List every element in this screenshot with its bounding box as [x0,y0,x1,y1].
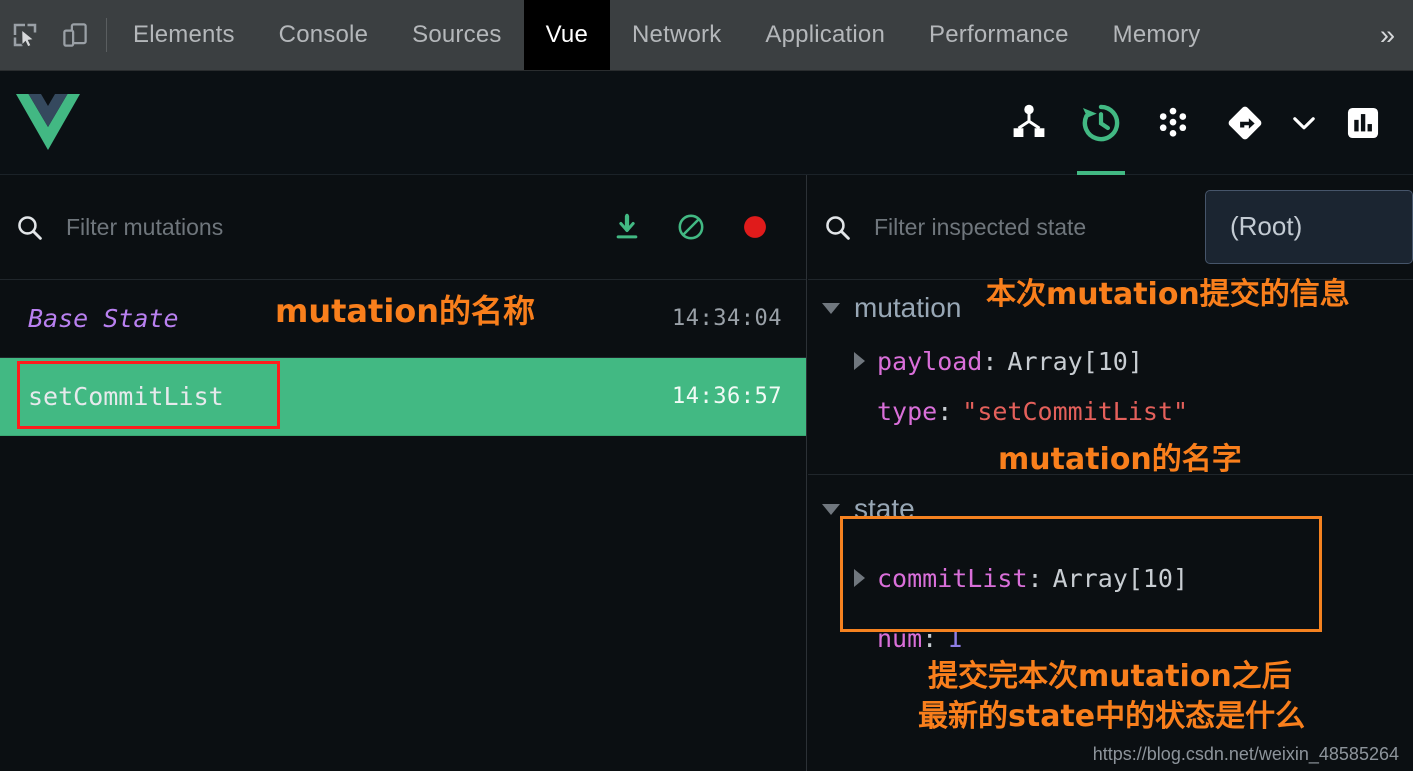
tab-performance[interactable]: Performance [907,0,1091,70]
mutations-filter-bar [0,175,806,280]
more-tabs-icon[interactable]: » [1370,0,1413,70]
vue-devtools-header [0,71,1413,175]
tree-key: type [877,396,938,426]
toolbar-divider [106,18,107,52]
search-icon [14,212,44,242]
tree-key: payload [877,346,983,376]
tree-key: num [877,623,923,653]
mutations-list: Base State 14:34:04 setCommitList 14:36:… [0,280,806,436]
search-icon [822,212,852,242]
tree-row-commitlist[interactable]: commitList : Array[10] [808,553,1413,603]
mutation-time: 14:36:57 [672,384,782,409]
inspect-element-icon[interactable] [8,18,42,52]
annotation-mutation-type: mutation的名字 [998,442,1242,477]
section-mutation: mutation payload : Array[10] type : "set… [808,280,1413,436]
tab-console[interactable]: Console [257,0,390,70]
section-state: state commitList : Array[10] num : 1 [808,481,1413,663]
tree-value: Array[10] [1052,563,1189,593]
section-title: mutation [854,292,962,323]
vue-header-actions [993,71,1399,175]
mutation-name: Base State [28,304,179,333]
tree-row-payload[interactable]: payload : Array[10] [808,336,1413,386]
clear-icon[interactable] [674,210,708,244]
section-state-header[interactable]: state [808,481,1413,537]
performance-icon[interactable] [1327,71,1399,175]
events-icon[interactable] [1137,71,1209,175]
tab-elements[interactable]: Elements [111,0,257,70]
root-scope-button[interactable]: (Root) [1205,190,1413,264]
tab-sources[interactable]: Sources [390,0,523,70]
vuex-history-icon[interactable] [1065,71,1137,175]
state-filter-bar: (Root) [808,175,1413,280]
tree-key: commitList [877,563,1028,593]
tab-vue[interactable]: Vue [523,0,610,70]
devtools-tabstrip: Elements Console Sources Vue Network App… [0,0,1413,71]
chevron-down-icon[interactable] [1281,71,1327,175]
triangle-down-icon[interactable] [822,503,840,515]
annotation-state-meaning-line1: 提交完本次mutation之后 [928,659,1292,694]
mutation-time: 14:34:04 [672,306,782,331]
vue-logo [16,93,80,151]
components-tree-icon[interactable] [993,71,1065,175]
devtools-window: Elements Console Sources Vue Network App… [0,0,1413,771]
mutation-name: setCommitList [28,382,224,411]
tree-value: 1 [947,623,963,653]
routing-icon[interactable] [1209,71,1281,175]
tree-row-num[interactable]: num : 1 [808,613,1413,663]
record-icon[interactable] [738,210,772,244]
tree-row-type[interactable]: type : "setCommitList" [808,386,1413,436]
section-mutation-header[interactable]: mutation [808,280,1413,336]
inspector-pane: (Root) mutation payload : Array[10] type… [808,175,1413,771]
mutation-row-base-state[interactable]: Base State 14:34:04 [0,280,806,358]
triangle-right-icon[interactable] [854,569,865,587]
tab-application[interactable]: Application [743,0,907,70]
colon: : [922,623,938,653]
triangle-down-icon[interactable] [822,302,840,314]
mutations-filter-actions [610,210,806,244]
tree-value: Array[10] [1007,346,1143,376]
section-title: state [854,493,915,524]
annotation-state-meaning-line2: 最新的state中的状态是什么 [918,699,1306,734]
filter-inspected-state-input[interactable] [852,213,1193,241]
mutation-row-setcommitlist[interactable]: setCommitList 14:36:57 [0,358,806,436]
triangle-right-icon[interactable] [854,352,865,370]
tab-network[interactable]: Network [610,0,743,70]
colon: : [1027,563,1043,593]
tree-value: "setCommitList" [962,396,1189,426]
export-icon[interactable] [610,210,644,244]
device-toolbar-icon[interactable] [58,18,92,52]
colon: : [937,396,953,426]
section-divider [808,474,1413,475]
devtools-tabs: Elements Console Sources Vue Network App… [111,0,1370,70]
mutations-pane: Base State 14:34:04 setCommitList 14:36:… [0,175,807,771]
filter-mutations-input[interactable] [44,213,610,241]
devtools-tool-icons [0,0,106,70]
colon: : [982,346,998,376]
tab-memory[interactable]: Memory [1091,0,1223,70]
